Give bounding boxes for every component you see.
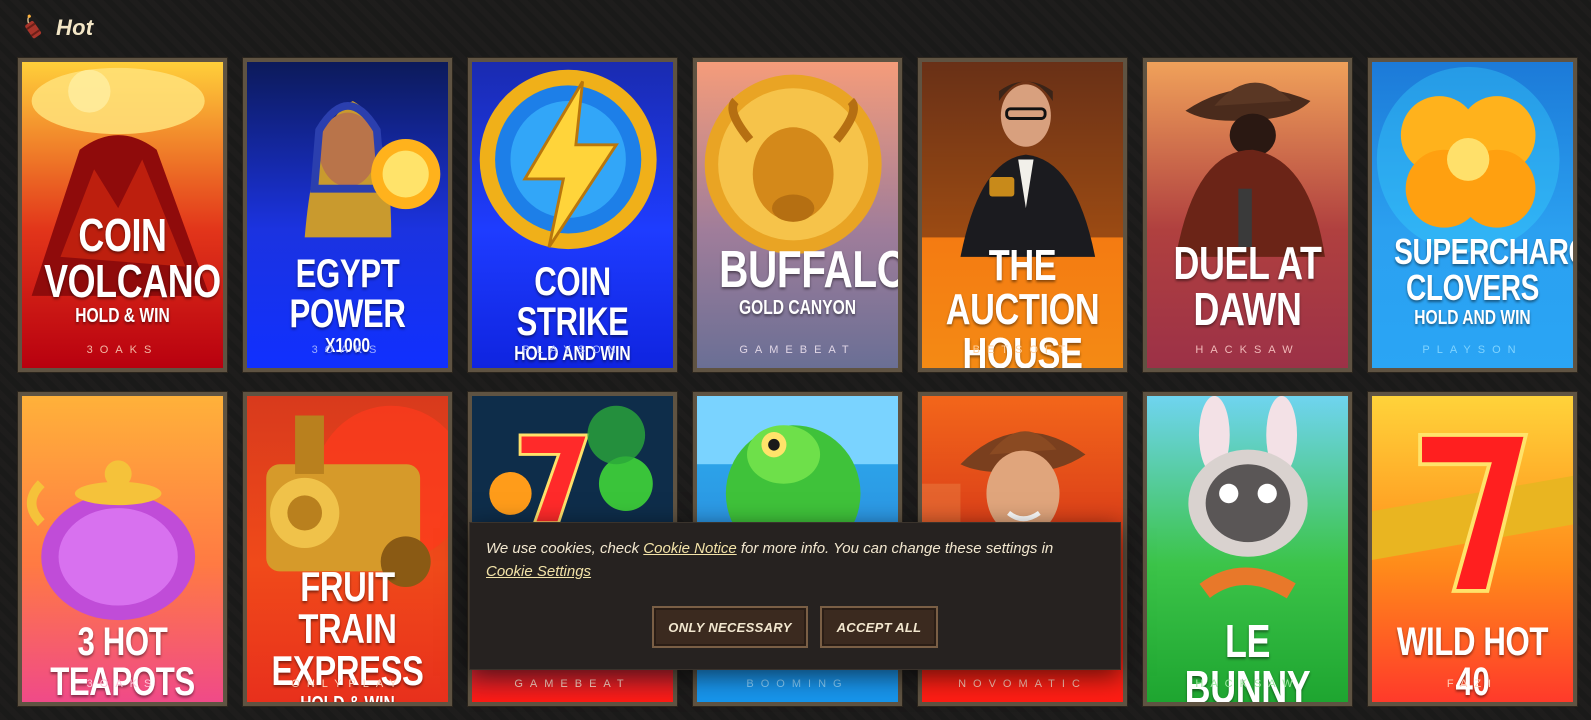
game-title-main: DUEL AT DAWN	[1173, 237, 1322, 335]
game-provider: ONLYPLAY	[291, 678, 404, 690]
cookie-settings-link[interactable]: Cookie Settings	[486, 563, 591, 580]
game-card[interactable]: EGYPT POWER X1000 3OAKS	[242, 57, 453, 373]
game-title: 3 HOT TEAPOTS	[44, 622, 201, 702]
game-card[interactable]: LE BUNNY HACKSAW	[1142, 391, 1353, 707]
game-provider: 3OAKS	[86, 344, 159, 356]
game-title: WILD HOT 40	[1394, 622, 1551, 702]
game-title: SUPERCHARGED CLOVERSHOLD AND WIN	[1394, 231, 1573, 329]
game-subtitle: GOLD CANYON	[739, 297, 856, 319]
game-title-main: WILD HOT 40	[1396, 620, 1549, 704]
game-title-main: 3 HOT TEAPOTS	[50, 620, 195, 704]
game-card[interactable]: THE AUCTION HOUSE BETSOFT	[917, 57, 1128, 373]
accept-all-button[interactable]: ACCEPT ALL	[820, 606, 938, 648]
game-card[interactable]: WILD HOT 40 FAZI	[1367, 391, 1578, 707]
cookie-text-middle: for more info. You can change these sett…	[736, 540, 1054, 557]
game-provider: PLAYSON	[522, 344, 623, 356]
only-necessary-button[interactable]: ONLY NECESSARY	[652, 606, 808, 648]
game-title: LE BUNNY	[1169, 615, 1326, 706]
game-title-main: COIN STRIKE	[516, 260, 629, 344]
game-provider: GAMEBEAT	[739, 344, 856, 356]
game-title-main: COIN VOLCANO	[44, 209, 221, 307]
game-provider: 3OAKS	[86, 678, 159, 690]
game-card[interactable]: DUEL AT DAWN HACKSAW	[1142, 57, 1353, 373]
game-provider: BOOMING	[746, 678, 849, 690]
game-subtitle: HOLD AND WIN	[1414, 307, 1531, 329]
game-card[interactable]: COIN VOLCANO HOLD & WIN 3OAKS	[17, 57, 228, 373]
cookie-text-start: We use cookies, check	[486, 540, 644, 557]
game-subtitle: HOLD & WIN	[300, 693, 395, 706]
game-card[interactable]: FRUIT TRAIN EXPRESS HOLD & WIN ONLYPLAY	[242, 391, 453, 707]
game-provider: HACKSAW	[1195, 344, 1300, 356]
page: Hot COIN VOLCANO HOLD & WIN 3OAKS EGYPT …	[0, 0, 1591, 720]
game-provider: NOVOMATIC	[958, 678, 1087, 690]
cookie-banner: We use cookies, check Cookie Notice for …	[469, 522, 1121, 670]
game-provider: HACKSAW	[1195, 678, 1300, 690]
game-title-main: SUPERCHARGED CLOVERS	[1394, 231, 1573, 308]
section-header: Hot	[18, 12, 93, 44]
game-card[interactable]: SUPERCHARGED CLOVERSHOLD AND WIN PLAYSON	[1367, 57, 1578, 373]
game-title-main: BUFFALO	[719, 241, 902, 299]
game-subtitle: HOLD & WIN	[75, 305, 170, 327]
cookie-buttons: ONLY NECESSARY ACCEPT ALL	[470, 606, 1120, 648]
game-provider: FAZI	[1446, 678, 1499, 690]
game-card[interactable]: BUFFALO GOLD CANYON GAMEBEAT	[692, 57, 903, 373]
game-title-main: EGYPT POWER	[289, 252, 406, 336]
game-card[interactable]: COIN STRIKE HOLD AND WIN PLAYSON	[467, 57, 678, 373]
game-title: BUFFALO GOLD CANYON	[719, 241, 902, 319]
game-provider: BETSOFT	[972, 344, 1073, 356]
game-title: COIN VOLCANO HOLD & WIN	[44, 209, 221, 327]
game-title: DUEL AT DAWN	[1169, 240, 1326, 332]
game-title-main: LE BUNNY	[1184, 615, 1311, 706]
cookie-notice-link[interactable]: Cookie Notice	[643, 540, 736, 557]
dynamite-icon	[25, 14, 42, 39]
game-provider: PLAYSON	[1422, 344, 1523, 356]
game-card[interactable]: 3 HOT TEAPOTS 3OAKS	[17, 391, 228, 707]
game-provider: 3OAKS	[311, 344, 384, 356]
section-title: Hot	[56, 15, 94, 40]
game-title-main: FRUIT TRAIN EXPRESS	[271, 563, 424, 694]
game-title: EGYPT POWER X1000	[269, 254, 426, 356]
cookie-message: We use cookies, check Cookie Notice for …	[486, 537, 1104, 583]
game-provider: GAMEBEAT	[514, 678, 631, 690]
